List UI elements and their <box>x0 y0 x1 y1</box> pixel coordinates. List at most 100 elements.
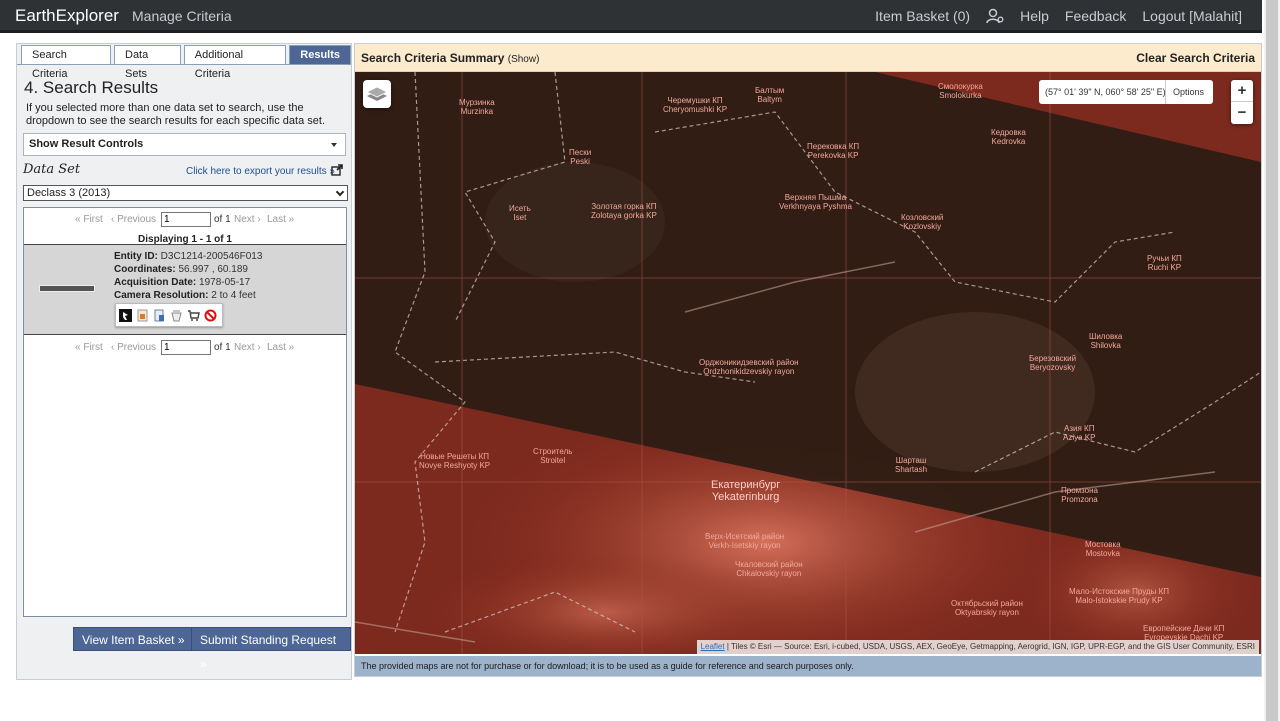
map-options-button[interactable]: Options <box>1173 87 1204 97</box>
map-label: Чкаловский район Chkalovskiy rayon <box>735 560 803 578</box>
pager-bottom: « First ‹ Previous of 1 Next › Last » <box>24 336 346 356</box>
pager-of: of 1 <box>214 342 231 353</box>
external-link-icon[interactable] <box>331 164 343 176</box>
exclude-scene-icon[interactable] <box>204 309 217 322</box>
pager-page-input[interactable] <box>161 340 211 355</box>
map-label: Кедровка Kedrovka <box>991 128 1026 146</box>
map-label: Верхняя Пышма Verkhnyaya Pyshma <box>779 193 852 211</box>
map-label: Промзона Promzona <box>1061 486 1098 504</box>
bulk-download-icon[interactable] <box>170 309 183 322</box>
map-label: Шиловка Shilovka <box>1089 332 1123 350</box>
camera-resolution-field: Camera Resolution: 2 to 4 feet <box>114 290 256 301</box>
map-disclaimer: The provided maps are not for purchase o… <box>355 656 1261 676</box>
submit-standing-request-button[interactable]: Submit Standing Request » <box>191 627 351 671</box>
tab-search-criteria[interactable]: Search Criteria <box>21 45 111 80</box>
logout-link[interactable]: Logout [Malahit] <box>1142 8 1242 24</box>
result-thumbnail[interactable] <box>39 285 95 292</box>
map-label: Верх-Исетский район Verkh-Isetskiy rayon <box>705 532 785 550</box>
tab-data-sets[interactable]: Data Sets <box>114 45 181 80</box>
pager-page-input[interactable] <box>161 212 211 227</box>
tab-bar: Search Criteria Data Sets Additional Cri… <box>21 45 352 80</box>
help-link[interactable]: Help <box>1020 8 1049 24</box>
summary-title: Search Criteria Summary <box>361 51 505 65</box>
cursor-coordinates: (57° 01' 39" N, 060° 58' 25" E) <box>1045 87 1166 97</box>
map-label: Новые Решеты КП Novye Reshyoty KP <box>419 452 491 470</box>
map-label: Исеть Iset <box>509 204 531 222</box>
search-criteria-summary-bar: Search Criteria Summary (Show) Clear Sea… <box>355 44 1261 72</box>
metadata-icon[interactable] <box>153 309 166 322</box>
pager-of: of 1 <box>214 214 231 225</box>
item-basket-link[interactable]: Item Basket (0) <box>875 8 970 24</box>
top-nav-bar: EarthExplorer Manage Criteria Item Baske… <box>0 0 1262 33</box>
view-item-basket-button[interactable]: View Item Basket » <box>73 627 194 651</box>
camera-resolution-value: 2 to 4 feet <box>211 290 256 301</box>
acquisition-date-label: Acquisition Date: <box>114 277 197 288</box>
camera-resolution-label: Camera Resolution: <box>114 290 209 301</box>
city-label-yekaterinburg: Екатеринбург Yekaterinburg <box>711 479 781 503</box>
zoom-out-button[interactable]: − <box>1231 102 1253 124</box>
caret-down-icon <box>331 143 337 147</box>
map-label: Пески Peski <box>569 148 592 166</box>
pager-previous[interactable]: ‹ Previous <box>111 342 156 353</box>
map-label: Золотая горка КП Zolotaya gorka KP <box>591 202 657 220</box>
coordinates-value: 56.997 , 60.189 <box>178 264 248 275</box>
map-label: Строитель Stroitel <box>533 447 573 465</box>
map-label: Козловский Kozlovskiy <box>901 213 944 231</box>
pager-last[interactable]: Last » <box>267 214 294 225</box>
left-panel: Search Criteria Data Sets Additional Cri… <box>16 43 352 680</box>
map-label: Азия КП Aziya KP <box>1063 424 1096 442</box>
pager-next[interactable]: Next › <box>234 342 261 353</box>
pager-next[interactable]: Next › <box>234 214 261 225</box>
chevron-down-icon <box>335 187 345 197</box>
entity-id-label: Entity ID: <box>114 251 158 262</box>
show-result-controls-dropdown[interactable]: Show Result Controls <box>23 133 346 156</box>
user-settings-icon[interactable] <box>986 8 1004 24</box>
map-label: Мостовка Mostovka <box>1085 540 1121 558</box>
map-panel: Search Criteria Summary (Show) Clear Sea… <box>354 43 1262 677</box>
layers-icon <box>366 86 388 101</box>
show-result-controls-label: Show Result Controls <box>29 138 144 150</box>
zoom-in-button[interactable]: + <box>1231 80 1253 102</box>
pager-last[interactable]: Last » <box>267 342 294 353</box>
tab-divider <box>17 64 351 65</box>
overlay-icon[interactable] <box>136 309 149 322</box>
tab-results[interactable]: Results <box>289 45 352 64</box>
entity-id-field: Entity ID: D3C1214-200546F013 <box>114 251 262 262</box>
leaflet-link[interactable]: Leaflet <box>701 642 725 651</box>
shopping-cart-icon[interactable] <box>187 309 200 322</box>
entity-id-value: D3C1214-200546F013 <box>160 251 263 262</box>
pager-first[interactable]: « First <box>75 214 103 225</box>
map-label: Мурзинка Murzinka <box>459 98 495 116</box>
coordinates-field: Coordinates: 56.997 , 60.189 <box>114 264 248 275</box>
acquisition-date-value: 1978-05-17 <box>199 277 251 288</box>
attribution-text: | Tiles © Esri — Source: Esri, i-cubed, … <box>724 642 1255 651</box>
layers-control[interactable] <box>363 80 391 108</box>
tab-additional-criteria[interactable]: Additional Criteria <box>183 45 287 80</box>
summary-title-wrap: Search Criteria Summary (Show) <box>361 51 539 65</box>
pager-previous[interactable]: ‹ Previous <box>111 214 156 225</box>
map-view[interactable]: Смолокурка Smolokurka Черемушки КП Cheryom… <box>355 72 1261 654</box>
nav-right: Item Basket (0) Help Feedback Logout [Ma… <box>875 8 1242 24</box>
footprint-icon[interactable] <box>119 309 132 322</box>
coordinates-label: Coordinates: <box>114 264 176 275</box>
map-label: Перековка КП Perekovka KP <box>807 142 860 160</box>
export-results-link[interactable]: Click here to export your results » <box>186 166 335 177</box>
map-label: Орджоникидзевский район Ordzhonikidzevski… <box>699 358 799 376</box>
map-label: Шарташ Shartash <box>895 456 928 474</box>
page-scrollbar[interactable] <box>1264 0 1280 721</box>
dataset-select[interactable]: Declass 3 (2013) <box>23 185 348 201</box>
map-attribution: Leaflet | Tiles © Esri — Source: Esri, i… <box>696 640 1259 654</box>
summary-show-link[interactable]: (Show) <box>508 54 540 65</box>
pager-first[interactable]: « First <box>75 342 103 353</box>
results-list: « First ‹ Previous of 1 Next › Last » Di… <box>23 207 347 617</box>
acquisition-date-field: Acquisition Date: 1978-05-17 <box>114 277 250 288</box>
scrollbar-thumb[interactable] <box>1266 0 1278 721</box>
map-label: Ручьи КП Ruchi KP <box>1147 254 1182 272</box>
brand-logo[interactable]: EarthExplorer <box>15 6 119 26</box>
manage-criteria-link[interactable]: Manage Criteria <box>132 8 232 24</box>
feedback-link[interactable]: Feedback <box>1065 8 1126 24</box>
result-row[interactable]: Entity ID: D3C1214-200546F013 Coordinate… <box>24 244 346 335</box>
clear-search-criteria-link[interactable]: Clear Search Criteria <box>1136 51 1255 65</box>
dataset-label: Data Set <box>23 162 81 177</box>
map-label: Октябрьский район Oktyabrskiy rayon <box>951 599 1023 617</box>
